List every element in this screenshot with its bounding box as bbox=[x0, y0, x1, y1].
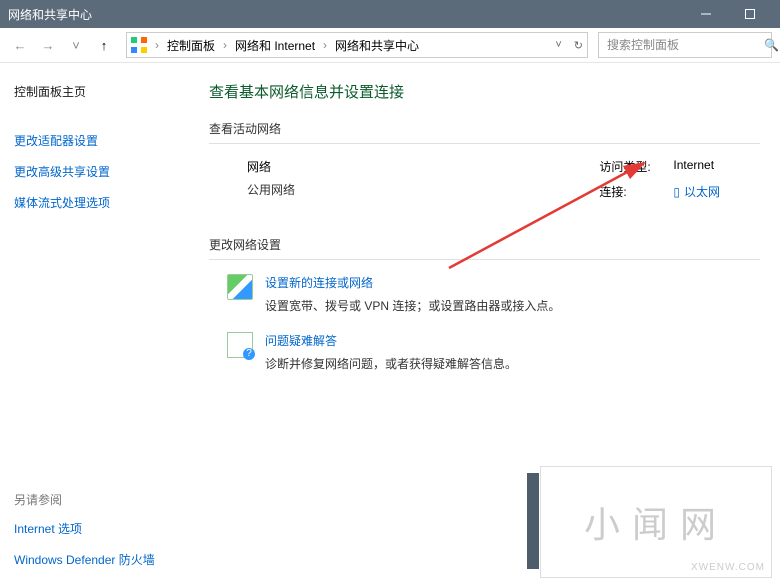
chevron-right-icon: › bbox=[321, 38, 329, 52]
section-active-networks-title: 查看活动网络 bbox=[209, 120, 760, 137]
sidebar-item-media-streaming[interactable]: 媒体流式处理选项 bbox=[14, 194, 189, 211]
connection-ethernet-link[interactable]: ▯ 以太网 bbox=[673, 183, 720, 200]
troubleshoot-icon bbox=[227, 332, 253, 358]
address-dropdown-icon[interactable]: ˅ bbox=[555, 39, 561, 51]
search-icon[interactable]: 🔍 bbox=[764, 38, 779, 52]
navigation-bar: ← → ˅ ↑ › 控制面板 › 网络和 Internet › 网络和共享中心 … bbox=[0, 28, 780, 63]
active-network-row: 网络 公用网络 访问类型: Internet 连接: ▯ 以太网 bbox=[209, 158, 760, 208]
back-button[interactable]: ← bbox=[8, 33, 32, 57]
main-content: 查看基本网络信息并设置连接 查看活动网络 网络 公用网络 访问类型: Inter… bbox=[189, 63, 780, 585]
divider bbox=[209, 143, 760, 144]
search-box[interactable]: 🔍 bbox=[598, 32, 772, 58]
sidebar-home[interactable]: 控制面板主页 bbox=[14, 83, 189, 100]
watermark-url: XWENW.COM bbox=[691, 562, 765, 573]
sidebar-see-also-label: 另请参阅 bbox=[14, 491, 189, 508]
control-panel-icon bbox=[131, 37, 147, 53]
breadcrumb-control-panel[interactable]: 控制面板 bbox=[167, 37, 215, 54]
option-troubleshoot-link[interactable]: 问题疑难解答 bbox=[265, 332, 517, 349]
window-titlebar: 网络和共享中心 bbox=[0, 0, 780, 28]
up-button[interactable]: ↑ bbox=[92, 33, 116, 57]
ethernet-icon: ▯ bbox=[673, 185, 680, 199]
network-type: 公用网络 bbox=[247, 181, 295, 198]
sidebar-item-advanced-sharing[interactable]: 更改高级共享设置 bbox=[14, 163, 189, 180]
sidebar-footer-internet-options[interactable]: Internet 选项 bbox=[14, 520, 189, 537]
connection-value: 以太网 bbox=[684, 183, 720, 200]
breadcrumb-network-sharing[interactable]: 网络和共享中心 bbox=[335, 37, 419, 54]
page-heading: 查看基本网络信息并设置连接 bbox=[209, 81, 760, 102]
network-name: 网络 bbox=[247, 158, 295, 175]
window-title: 网络和共享中心 bbox=[8, 6, 684, 23]
sidebar: 控制面板主页 更改适配器设置 更改高级共享设置 媒体流式处理选项 另请参阅 In… bbox=[0, 63, 189, 585]
refresh-icon[interactable]: ↻ bbox=[574, 39, 583, 52]
sidebar-footer-defender-firewall[interactable]: Windows Defender 防火墙 bbox=[14, 551, 189, 568]
option-troubleshoot-desc: 诊断并修复网络问题，或者获得疑难解答信息。 bbox=[265, 355, 517, 372]
breadcrumb-network-internet[interactable]: 网络和 Internet bbox=[235, 37, 315, 54]
section-change-settings-title: 更改网络设置 bbox=[209, 236, 760, 253]
chevron-right-icon: › bbox=[153, 38, 161, 52]
access-type-value: Internet bbox=[673, 158, 714, 175]
watermark: 小闻网 XWENW.COM bbox=[540, 466, 772, 578]
option-troubleshoot: 问题疑难解答 诊断并修复网络问题，或者获得疑难解答信息。 bbox=[209, 332, 760, 372]
forward-button[interactable]: → bbox=[36, 33, 60, 57]
watermark-text: 小闻网 bbox=[584, 496, 728, 548]
chevron-right-icon: › bbox=[221, 38, 229, 52]
address-bar[interactable]: › 控制面板 › 网络和 Internet › 网络和共享中心 ˅ ↻ bbox=[126, 32, 588, 58]
connection-label: 连接: bbox=[599, 183, 655, 200]
option-new-connection: 设置新的连接或网络 设置宽带、拨号或 VPN 连接；或设置路由器或接入点。 bbox=[209, 274, 760, 314]
access-type-label: 访问类型: bbox=[599, 158, 655, 175]
wizard-icon bbox=[227, 274, 253, 300]
option-new-connection-desc: 设置宽带、拨号或 VPN 连接；或设置路由器或接入点。 bbox=[265, 297, 560, 314]
option-new-connection-link[interactable]: 设置新的连接或网络 bbox=[265, 274, 560, 291]
search-input[interactable] bbox=[605, 37, 764, 53]
maximize-button[interactable] bbox=[728, 0, 772, 28]
recent-locations-dropdown[interactable]: ˅ bbox=[64, 33, 88, 57]
minimize-button[interactable] bbox=[684, 0, 728, 28]
sidebar-item-adapter-settings[interactable]: 更改适配器设置 bbox=[14, 132, 189, 149]
divider bbox=[209, 259, 760, 260]
